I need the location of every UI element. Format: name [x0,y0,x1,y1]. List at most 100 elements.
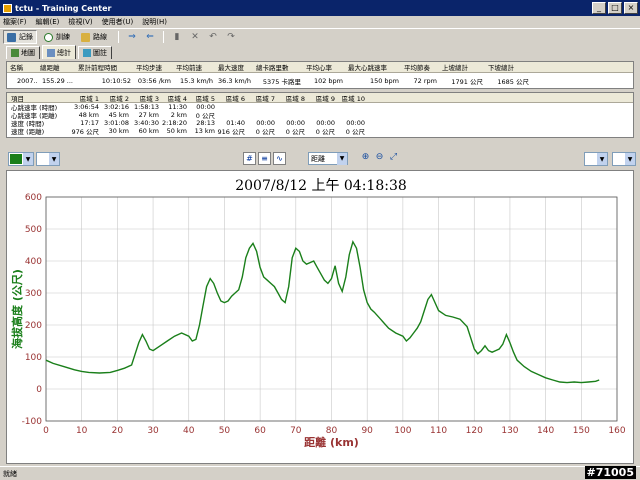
redo-icon[interactable]: ↷ [225,31,237,43]
history-icon [7,32,16,42]
zones-row[interactable]: 心跳速率 (時間) 3:06:54 3:02:16 1:58:13 11:30 00:00 [7,103,633,112]
zones-cell: 916 公尺 [217,128,245,136]
maximize-button[interactable]: □ [608,2,622,14]
zones-col-header[interactable]: 區域 2 [101,93,131,103]
tab-map[interactable]: 地圖 [6,46,40,59]
zones-cell: 3:06:54 [73,103,99,111]
zones-cell: 30 km [108,127,129,135]
summary-col-header[interactable]: 平均前速 [173,62,215,72]
zones-cell: 速度 (距離) [11,128,45,136]
training-icon [44,32,53,42]
grid-toggle-icon[interactable]: # [243,152,256,165]
close-button[interactable]: × [624,2,638,14]
zones-col-header[interactable]: 區域 10 [337,93,367,103]
summary-col-header[interactable]: 總距離 [37,62,75,72]
watermark-label: #71005 [584,466,636,479]
line-color-select[interactable]: ▼ [8,152,34,166]
summary-cell: 72 rpm [413,76,437,85]
y-tick-label: 200 [25,321,42,331]
zones-cell: 11:30 [168,103,187,111]
zones-col-header[interactable]: 區域 8 [277,93,307,103]
zones-cell: 0 公尺 [285,128,305,136]
summary-cell: 15.3 km/h [180,76,213,85]
x-tick-label: 110 [430,426,447,436]
summary-col-header[interactable]: 名稱 [7,62,37,72]
summary-col-header[interactable]: 平均節奏 [401,62,439,72]
window-titlebar: tctu - Training Center _ □ × [0,0,640,16]
right-series-select[interactable]: ▼ [584,152,608,166]
menu-bar: 檔案(F) 編輯(E) 檢視(V) 使用者(U) 說明(H) [0,16,640,28]
summary-col-header[interactable]: 累計前程時間 [75,62,133,72]
chart-svg: -10001002003004005006000 10 20 30 40 50 60 70 80… [10,193,626,449]
zones-row[interactable]: 心跳速率 (距離) 48 km 45 km 27 km 2 km 0 公尺 [7,111,633,120]
summary-cell: 2007... [17,76,37,85]
zoom-out-icon[interactable]: ⊖ [374,152,385,163]
summary-col-header[interactable]: 平均心率 [303,62,345,72]
minimize-button[interactable]: _ [592,2,606,14]
zones-cell: 3:40:30 [133,119,159,127]
y-tick-label: 0 [36,385,42,395]
summary-col-header[interactable]: 下坡總計 [485,62,531,72]
summary-cell: 5375 卡路里 [262,77,301,86]
zones-col-header[interactable]: 項目 [7,93,65,103]
right-series-select-2[interactable]: ▼ [612,152,636,166]
zones-cell: 3:01:08 [103,119,129,127]
delete-doc-icon[interactable]: ▮ [171,31,183,43]
menu-edit[interactable]: 編輯(E) [36,16,60,28]
y-tick-label: -100 [22,417,43,427]
zones-col-header[interactable]: 區域 3 [131,93,161,103]
x-tick-label: 130 [501,426,518,436]
tab-map-label: 地圖 [21,49,35,57]
summary-col-header[interactable]: 最大心跳速率 [345,62,401,72]
zones-col-header[interactable]: 區域 6 [217,93,247,103]
training-button[interactable]: 訓練 [40,30,74,44]
zoom-fit-icon[interactable]: ⤢ [388,152,399,163]
x-tick-label: 10 [76,426,88,436]
zones-col-header[interactable]: 區域 1 [65,93,101,103]
zones-col-header[interactable]: 區域 9 [307,93,337,103]
summary-data-row[interactable]: 2007... 155.29 ... 10:10:52 03:56 /km 15.3 k… [7,75,633,86]
menu-view[interactable]: 檢視(V) [68,16,92,28]
chevron-down-icon: ▼ [23,153,33,165]
zones-cell: 48 km [78,111,99,119]
chevron-down-icon: ▼ [337,152,347,165]
history-button[interactable]: 記錄 [3,30,37,44]
menu-user[interactable]: 使用者(U) [102,16,134,28]
receive-from-device-icon[interactable]: ⇐ [144,31,156,43]
zones-col-header[interactable]: 區域 5 [189,93,217,103]
x-tick-label: 40 [183,426,195,436]
toolbar-separator [118,31,119,43]
tab-summary[interactable]: 總計 [42,45,76,59]
zones-col-header[interactable]: 區域 7 [247,93,277,103]
curve-toggle-icon[interactable]: ∿ [273,152,286,165]
table-icon [47,48,55,57]
zones-cell: 3:02:16 [103,103,129,111]
x-axis-mode-select[interactable]: 距離 ▼ [308,152,348,165]
x-tick-label: 80 [326,426,338,436]
send-to-device-icon[interactable]: ⇒ [126,31,138,43]
summary-cell: 10:10:52 [101,76,131,85]
zones-cell: 13 km [194,127,215,135]
elevation-series-line [45,239,600,384]
summary-cell: 1791 公尺 [451,77,483,86]
summary-col-header[interactable]: 平均步速 [133,62,173,72]
y-axis-label: 海拔高度 (公尺) [10,269,24,349]
window-title: tctu - Training Center [15,3,112,13]
delete-icon[interactable]: ✕ [189,31,201,43]
zoom-in-icon[interactable]: ⊕ [360,152,371,163]
lines-toggle-icon[interactable]: ≡ [258,152,271,165]
courses-button[interactable]: 路線 [77,30,111,44]
series-select[interactable]: ▼ [36,152,60,166]
menu-file[interactable]: 檔案(F) [3,16,27,28]
undo-icon[interactable]: ↶ [207,31,219,43]
summary-col-header[interactable]: 總卡路里數 [253,62,303,72]
zones-row[interactable]: 速度 (距離) 976 公尺 30 km 60 km 50 km 13 km 916 公尺 0… [7,127,633,136]
tab-graph[interactable]: 圖註 [78,46,112,59]
summary-col-header[interactable]: 最大速度 [215,62,253,72]
x-tick-label: 150 [573,426,590,436]
summary-col-header[interactable]: 上坡總計 [439,62,485,72]
menu-help[interactable]: 說明(H) [142,16,167,28]
map-icon [11,49,19,57]
zones-col-header[interactable]: 區域 4 [161,93,189,103]
elevation-chart[interactable]: 2007/8/12 上午 04:18:38 -100 0 100 200 300 400 5… [6,170,634,464]
